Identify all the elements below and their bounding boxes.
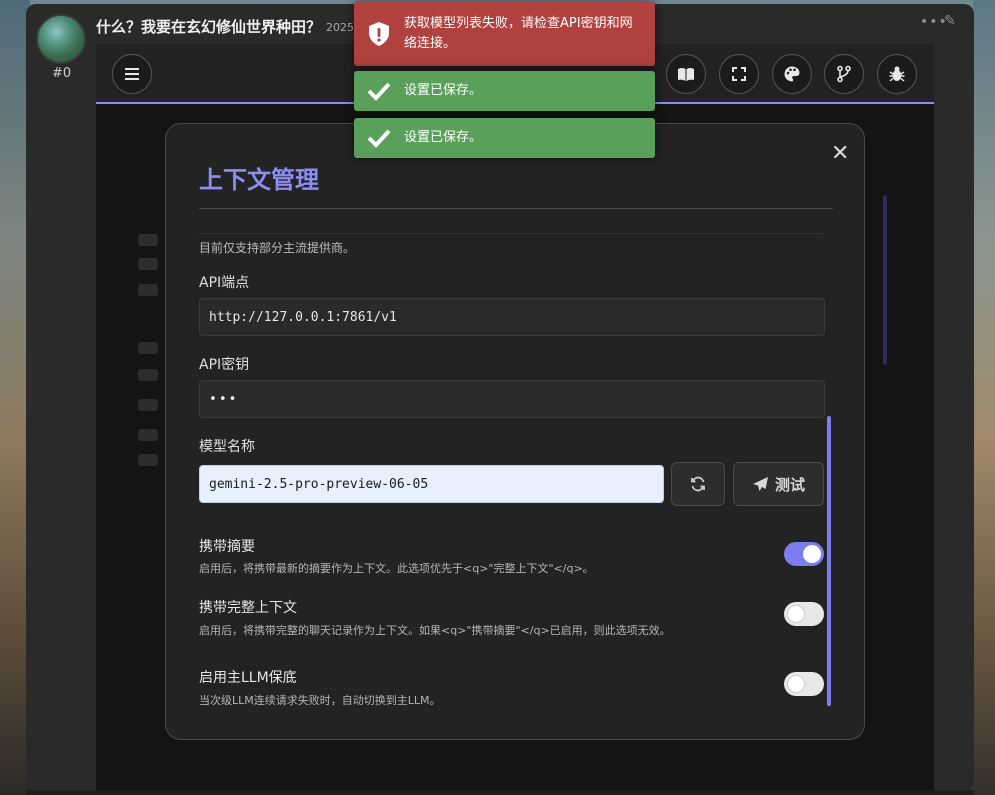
fullscreen-button[interactable] <box>719 54 759 94</box>
refresh-icon <box>691 476 705 492</box>
background-text <box>138 399 158 411</box>
success-toast[interactable]: 设置已保存。 <box>354 71 655 111</box>
api-key-label: API密钥 <box>199 357 250 373</box>
background-text <box>138 369 158 381</box>
check-icon <box>367 129 391 148</box>
book-button[interactable] <box>666 54 706 94</box>
background-text <box>138 234 158 246</box>
pencil-icon[interactable]: ✎ <box>944 13 956 29</box>
expand-icon <box>732 67 746 81</box>
toggle-knob <box>803 545 821 563</box>
option-description: 启用后，将携带完整的聊天记录作为上下文。如果<q>"携带摘要"</q>已启用，则… <box>199 624 671 637</box>
theme-button[interactable] <box>772 54 812 94</box>
background-text <box>138 342 158 354</box>
option-title: 携带摘要 <box>199 539 255 555</box>
divider <box>199 233 823 234</box>
modal-title: 上下文管理 <box>199 166 319 194</box>
paper-plane-icon <box>752 476 768 491</box>
bars-icon <box>125 68 139 80</box>
refresh-models-button[interactable] <box>671 462 725 506</box>
option-title: 携带完整上下文 <box>199 600 297 616</box>
book-icon <box>678 68 694 81</box>
background-right <box>973 0 995 795</box>
success-toast[interactable]: 设置已保存。 <box>354 118 655 158</box>
bug-icon <box>889 66 905 82</box>
main-llm-fallback-toggle[interactable] <box>784 672 824 696</box>
branch-icon <box>837 65 851 83</box>
chat-title: 什么？我要在玄幻修仙世界种田？ <box>96 18 322 36</box>
test-button[interactable]: 测试 <box>733 462 824 506</box>
model-name-input[interactable]: gemini-2.5-pro-preview-06-05 <box>199 465 664 503</box>
close-icon[interactable]: ✕ <box>831 143 849 165</box>
avatar-number: #0 <box>52 66 72 81</box>
background-text <box>138 454 158 466</box>
shield-alert-icon <box>369 22 389 46</box>
toggle-knob <box>787 605 805 623</box>
toggle-knob <box>787 675 805 693</box>
model-name-label: 模型名称 <box>199 439 255 455</box>
avatar[interactable] <box>36 14 86 64</box>
debug-button[interactable] <box>877 54 917 94</box>
success-toast-message: 设置已保存。 <box>404 130 483 145</box>
divider <box>199 208 833 209</box>
menu-button[interactable] <box>112 54 152 94</box>
carry-full-context-toggle[interactable] <box>784 602 824 626</box>
test-button-label: 测试 <box>774 475 805 494</box>
api-endpoint-label: API端点 <box>199 275 250 291</box>
option-description: 当次级LLM连续请求失败时，自动切换到主LLM。 <box>199 694 441 707</box>
background-text <box>138 258 158 270</box>
option-description: 启用后，将携带最新的摘要作为上下文。此选项优先于<q>"完整上下文"</q>。 <box>199 562 594 575</box>
modal-scrollbar[interactable] <box>827 416 831 706</box>
branch-button[interactable] <box>824 54 864 94</box>
error-toast-message: 获取模型列表失败，请检查API密钥和网络连接。 <box>404 16 633 51</box>
success-toast-message: 设置已保存。 <box>404 83 483 98</box>
background-scroll-indicator <box>883 195 887 365</box>
bottom-bar <box>26 790 974 795</box>
palette-icon <box>784 66 800 82</box>
api-endpoint-input[interactable]: http://127.0.0.1:7861/v1 <box>199 298 825 336</box>
background-text <box>138 429 158 441</box>
api-key-input[interactable]: ••• <box>199 380 825 418</box>
error-toast[interactable]: 获取模型列表失败，请检查API密钥和网络连接。 <box>354 2 655 66</box>
provider-note: 目前仅支持部分主流提供商。 <box>199 241 356 255</box>
context-management-modal: ✕ 上下文管理 目前仅支持部分主流提供商。 API端点 http://127.0… <box>165 123 865 740</box>
option-title: 启用主LLM保底 <box>199 670 297 686</box>
check-icon <box>367 82 391 101</box>
background-text <box>138 284 158 296</box>
carry-summary-toggle[interactable] <box>784 542 824 566</box>
